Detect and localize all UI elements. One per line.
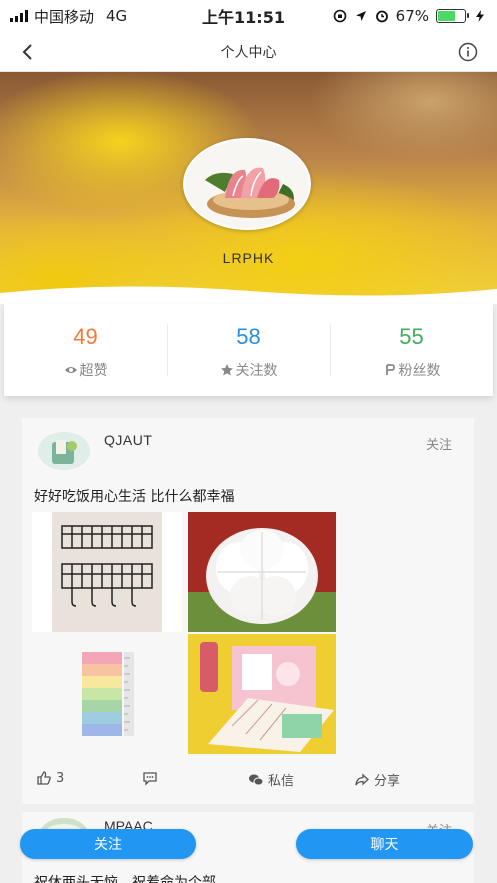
share-icon — [355, 773, 369, 785]
stat-fans[interactable]: 55 粉丝数 — [330, 304, 493, 396]
wechat-icon — [249, 774, 264, 785]
person-icon — [385, 364, 395, 375]
status-time: 上午11:51 — [202, 8, 285, 27]
comment-icon — [143, 772, 157, 786]
stat-label: 关注数 — [220, 360, 278, 380]
stat-following[interactable]: 58 关注数 — [167, 304, 330, 396]
charging-icon — [476, 10, 484, 22]
post2-text: 祝休两头无恼，祝着命为个部 — [34, 875, 216, 883]
share-label: 分享 — [374, 774, 401, 789]
profile-username: LRPHK — [222, 250, 275, 266]
thumbs-up-icon — [37, 771, 51, 785]
nav-bar: 个人中心 — [0, 32, 497, 72]
network-label: 4G — [106, 7, 128, 25]
follow-button[interactable]: 关注 — [20, 829, 196, 859]
stat-label: 粉丝数 — [383, 360, 441, 380]
stat-value: 55 — [399, 324, 424, 349]
stat-likes[interactable]: 49 超赞 — [4, 304, 167, 396]
stat-label: 超赞 — [64, 360, 108, 380]
info-icon[interactable] — [457, 41, 479, 63]
stat-value: 58 — [236, 324, 261, 349]
post-image-grid — [32, 512, 336, 754]
post-avatar-image — [38, 432, 90, 470]
post-follow-link[interactable]: 关注 — [426, 434, 452, 453]
like-button[interactable]: 3 — [36, 770, 64, 786]
page-title: 个人中心 — [220, 44, 277, 61]
stat-label-text: 粉丝数 — [398, 363, 441, 379]
post-username[interactable]: QJAUT — [104, 432, 152, 448]
like-count: 3 — [56, 770, 65, 786]
post-image-sticky-notes[interactable] — [32, 634, 182, 754]
status-right: 67% — [317, 7, 487, 25]
post-image-notebook[interactable] — [188, 634, 336, 754]
location-icon — [355, 11, 366, 21]
star-icon — [220, 364, 233, 376]
post-image-rack[interactable] — [32, 512, 182, 632]
post-text: 好好吃饭用心生活 比什么都幸福 — [34, 489, 235, 505]
post-card: QJAUT 关注 好好吃饭用心生活 比什么都幸福 3 私信 分享 — [22, 418, 474, 804]
battery-icon — [436, 9, 469, 23]
rotation-lock-icon — [333, 9, 346, 23]
status-left: 中国移动 4G — [10, 6, 170, 27]
post-image-mangosteen[interactable] — [188, 512, 336, 632]
signal-icon — [10, 10, 28, 22]
cover-wave — [0, 286, 497, 304]
stats-card: 49 超赞 58 关注数 55 粉丝数 — [4, 304, 493, 396]
status-bar: 中国移动 4G 上午11:51 67% — [0, 0, 497, 32]
message-label: 私信 — [268, 774, 295, 789]
comment-button[interactable] — [142, 770, 158, 786]
profile-avatar[interactable] — [183, 138, 311, 230]
back-icon[interactable] — [16, 40, 40, 64]
message-button[interactable]: 私信 — [248, 770, 294, 789]
share-button[interactable]: 分享 — [354, 770, 400, 789]
stat-label-text: 关注数 — [235, 363, 278, 379]
carrier-label: 中国移动 — [34, 7, 95, 26]
stat-value: 49 — [73, 324, 98, 349]
stat-label-text: 超赞 — [79, 363, 108, 379]
post-avatar[interactable] — [38, 432, 90, 470]
chat-button[interactable]: 聊天 — [296, 829, 473, 859]
post-actions: 3 私信 分享 — [22, 764, 474, 794]
avatar-image — [185, 140, 309, 228]
battery-percent: 67% — [395, 7, 429, 25]
alarm-icon — [375, 10, 388, 23]
eye-icon — [64, 367, 77, 373]
